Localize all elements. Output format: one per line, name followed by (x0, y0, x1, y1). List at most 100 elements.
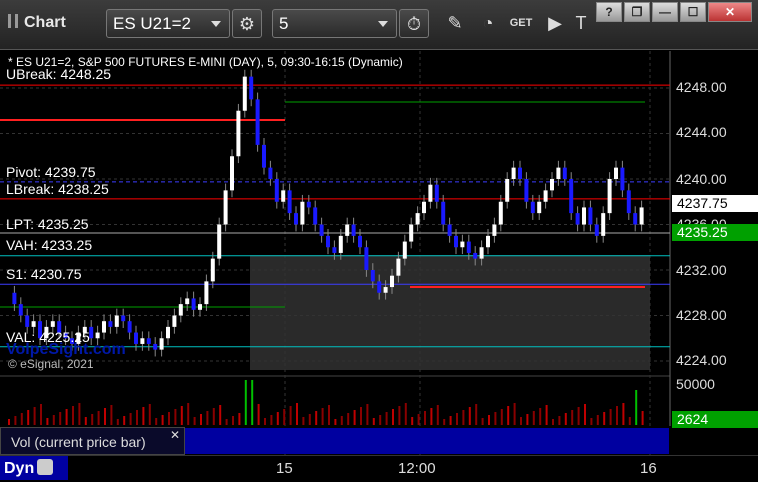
volume-bar (603, 412, 606, 425)
volume-bar (238, 413, 241, 425)
candle-body (127, 321, 132, 333)
level-label: UBreak: 4248.25 (6, 66, 112, 82)
candle-body (18, 304, 23, 316)
candle-body (607, 179, 612, 214)
candle-body (537, 201, 542, 214)
candle-body (172, 315, 177, 327)
volume-bar (27, 410, 30, 425)
time-tick: 16 (640, 460, 657, 477)
candle-body (191, 298, 196, 310)
level-label: Pivot: 4239.75 (6, 164, 96, 180)
candle-body (620, 167, 625, 191)
close-icon[interactable]: ✕ (170, 428, 180, 442)
candle-body (492, 224, 497, 236)
volume-bar (276, 412, 279, 425)
volume-bar (59, 412, 62, 425)
candle-body (486, 235, 490, 248)
volume-bar (193, 417, 196, 425)
volume-bar (635, 390, 638, 425)
candle-body (185, 298, 190, 305)
candle-body (588, 207, 593, 225)
volume-bar (577, 407, 580, 425)
candle-body (524, 179, 529, 202)
candle-body (274, 179, 279, 202)
volume-bar (206, 411, 209, 425)
price-chart[interactable] (0, 0, 758, 482)
candle-body (601, 213, 606, 236)
volume-bar (168, 412, 170, 425)
volume-bar (244, 380, 247, 425)
volume-bar (366, 404, 369, 425)
candle-body (505, 179, 510, 202)
volume-bar (72, 406, 74, 425)
volume-bar (353, 410, 356, 425)
volume-bar (97, 411, 100, 425)
candle-body (556, 167, 561, 179)
candle-body (204, 281, 209, 305)
volume-bar (340, 416, 343, 425)
volume-bar (494, 412, 497, 425)
candle-body (633, 213, 638, 225)
candle-body (614, 167, 618, 179)
volume-bar (590, 418, 593, 425)
volume-bar (430, 408, 433, 425)
volume-bar (424, 411, 426, 425)
candle-body (479, 247, 484, 259)
time-tick: 15 (276, 460, 293, 477)
candle-body (281, 190, 286, 202)
dynamic-mode-button[interactable]: Dyn (0, 456, 68, 480)
volume-bar (200, 414, 202, 425)
candle-body (249, 76, 254, 100)
volume-bar (104, 408, 106, 425)
volume-bar (174, 409, 177, 425)
volume-bar (456, 413, 458, 425)
candle-body (95, 332, 100, 339)
price-tick: 4228.00 (676, 307, 727, 323)
volume-bar (270, 415, 273, 425)
volume-bar (116, 419, 119, 425)
candle-body (390, 275, 394, 288)
volume-bar (372, 418, 375, 425)
candle-body (108, 321, 113, 327)
candle-body (530, 201, 535, 214)
volume-bar (360, 407, 362, 425)
last-price-tag: 4237.75 (672, 195, 758, 212)
volume-bar (481, 418, 484, 425)
candle-body (268, 167, 273, 179)
candle-body (31, 321, 36, 327)
candle-body (140, 338, 145, 344)
candle-body (236, 110, 241, 157)
candle-body (422, 201, 426, 214)
candle-body (383, 287, 388, 293)
candle-body (511, 167, 516, 179)
candle-body (358, 235, 362, 248)
volume-bar (436, 405, 439, 425)
volume-bar (302, 417, 305, 425)
candle-body (473, 252, 478, 259)
volume-bar (46, 418, 49, 425)
price-tick: 4244.00 (676, 124, 727, 140)
candle-body (543, 190, 548, 202)
candle-body (102, 321, 106, 333)
volume-bar (20, 413, 23, 425)
volume-bar (398, 406, 401, 425)
volume-bar (225, 419, 228, 425)
volume-bar (539, 408, 542, 425)
volume-bar (321, 408, 324, 425)
level-label: LBreak: 4238.25 (6, 181, 109, 197)
price-tick: 4224.00 (676, 352, 727, 368)
volume-bar (596, 415, 599, 425)
candle-body (12, 292, 17, 305)
level-label: S1: 4230.75 (6, 266, 82, 282)
price-tick: 4232.00 (676, 262, 727, 278)
candle-body (294, 213, 298, 225)
price-tick: 4240.00 (676, 171, 727, 187)
volume-bar (385, 412, 388, 425)
volume-bar (334, 419, 337, 425)
volume-study-label[interactable]: Vol (current price bar) (0, 427, 185, 455)
volume-bar (475, 404, 478, 425)
candle-body (402, 241, 407, 259)
candle-body (242, 76, 247, 111)
candle-body (262, 144, 266, 168)
volume-bar (65, 409, 68, 425)
